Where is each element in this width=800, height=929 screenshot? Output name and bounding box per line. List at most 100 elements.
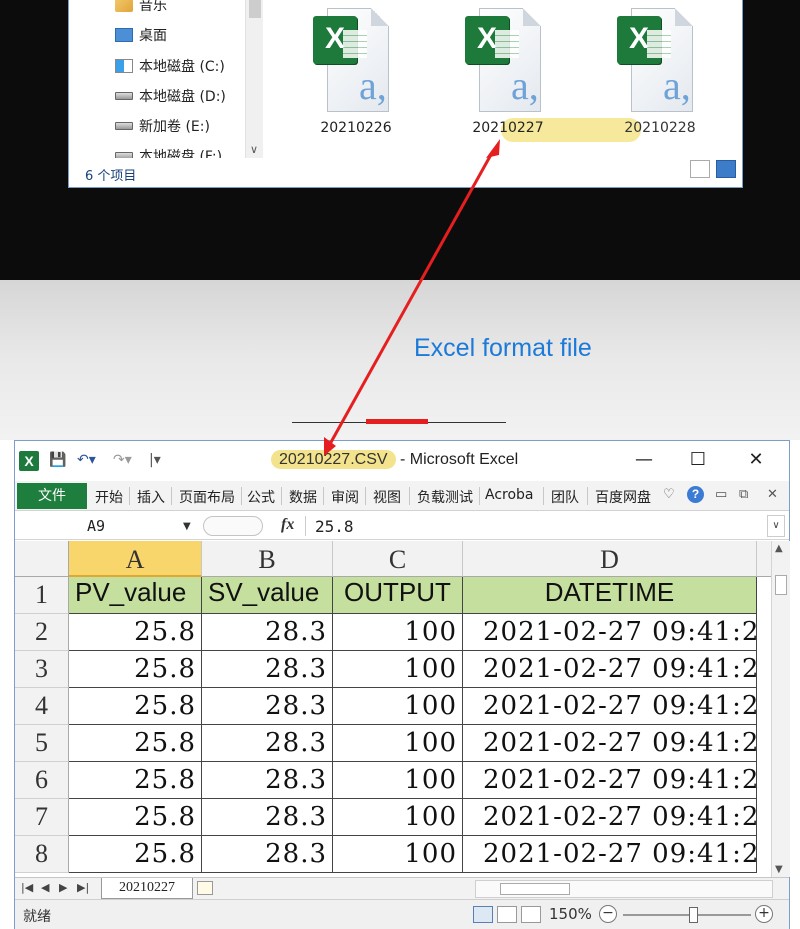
vertical-scrollbar[interactable]: ▲ ▼	[771, 541, 790, 877]
scrollbar-thumb[interactable]	[775, 575, 787, 595]
table-cell[interactable]: 100	[333, 725, 463, 762]
table-cell[interactable]: 28.3	[202, 614, 333, 651]
excel-app-icon[interactable]: X	[19, 451, 39, 471]
collapse-ribbon-icon[interactable]: ♡	[663, 487, 675, 502]
table-cell[interactable]: 28.3	[202, 725, 333, 762]
row-header[interactable]: 3	[15, 651, 69, 688]
close-icon[interactable]: ✕	[733, 447, 779, 475]
tab-data[interactable]: 数据	[289, 487, 317, 507]
table-cell[interactable]: SV_value	[202, 577, 333, 614]
tab-acrobat[interactable]: Acroba	[485, 487, 534, 503]
nav-item-music[interactable]: 音乐	[115, 0, 167, 16]
horizontal-scrollbar[interactable]	[475, 880, 773, 898]
table-cell[interactable]: 25.8	[69, 799, 202, 836]
table-cell[interactable]: 100	[333, 688, 463, 725]
tab-load-test[interactable]: 负载测试	[417, 487, 473, 507]
scroll-down-icon[interactable]: ▼	[775, 864, 783, 875]
tab-baidu-netdisk[interactable]: 百度网盘	[595, 487, 651, 507]
page-break-view-icon[interactable]	[521, 906, 541, 923]
chevron-down-icon[interactable]: ▼	[183, 521, 191, 532]
page-layout-view-icon[interactable]	[497, 906, 517, 923]
table-cell[interactable]: 2021-02-27 09:41:21	[463, 651, 757, 688]
column-header-a[interactable]: A	[69, 541, 202, 577]
table-cell[interactable]: DATETIME	[463, 577, 757, 614]
row-header[interactable]: 4	[15, 688, 69, 725]
tab-formulas[interactable]: 公式	[247, 487, 275, 507]
table-cell[interactable]: 25.8	[69, 651, 202, 688]
row-header[interactable]: 8	[15, 836, 69, 873]
column-header-b[interactable]: B	[202, 541, 333, 577]
file-item-20210228[interactable]: X a, 20210228	[595, 4, 725, 154]
expand-formula-bar-icon[interactable]: ∨	[767, 515, 785, 537]
chevron-down-icon[interactable]: ∨	[250, 143, 258, 156]
customize-qat-icon[interactable]: |▾	[149, 452, 161, 468]
table-cell[interactable]: 25.8	[69, 836, 202, 873]
table-cell[interactable]: 100	[333, 799, 463, 836]
file-item-20210226[interactable]: X a, 20210226	[291, 4, 421, 154]
nav-scrollbar[interactable]: ∨	[245, 0, 263, 158]
table-cell[interactable]: 25.8	[69, 688, 202, 725]
file-item-20210227[interactable]: X a, 20210227	[443, 4, 573, 154]
nav-item-drive-f[interactable]: 本地磁盘 (F:)	[115, 145, 222, 158]
row-header[interactable]: 2	[15, 614, 69, 651]
nav-item-drive-e[interactable]: 新加卷 (E:)	[115, 115, 210, 137]
tab-insert[interactable]: 插入	[137, 487, 165, 507]
table-cell[interactable]: 25.8	[69, 614, 202, 651]
table-cell[interactable]: 100	[333, 762, 463, 799]
table-cell[interactable]: OUTPUT	[333, 577, 463, 614]
row-header[interactable]: 5	[15, 725, 69, 762]
table-cell[interactable]: 2021-02-27 09:41:22	[463, 688, 757, 725]
table-cell[interactable]: 28.3	[202, 762, 333, 799]
first-sheet-icon[interactable]: |◀	[21, 881, 33, 894]
next-sheet-icon[interactable]: ▶	[59, 881, 67, 894]
insert-function-icon[interactable]: fx	[281, 516, 294, 534]
table-cell[interactable]: 2021-02-27 09:41:24	[463, 762, 757, 799]
table-cell[interactable]: 28.3	[202, 799, 333, 836]
workbook-close-icon[interactable]: ✕	[767, 487, 778, 502]
sheet-tab-20210227[interactable]: 20210227	[101, 878, 193, 899]
formula-bar-resizer[interactable]	[203, 516, 263, 536]
minimize-icon[interactable]: —	[621, 447, 667, 475]
formula-input[interactable]: 25.8	[315, 517, 354, 536]
nav-item-drive-d[interactable]: 本地磁盘 (D:)	[115, 85, 226, 107]
spreadsheet-grid[interactable]: A B C D 1 PV_value SV_value OUTPUT DATETIME 2…	[15, 541, 771, 873]
tab-home[interactable]: 开始	[95, 487, 123, 507]
table-cell[interactable]: 28.3	[202, 688, 333, 725]
table-cell[interactable]: 28.3	[202, 836, 333, 873]
name-box[interactable]: A9	[17, 515, 197, 537]
column-header-c[interactable]: C	[333, 541, 463, 577]
workbook-restore-icon[interactable]: ⧉	[739, 487, 748, 502]
row-header[interactable]: 1	[15, 577, 69, 614]
details-view-icon[interactable]	[690, 160, 710, 178]
table-cell[interactable]: 100	[333, 651, 463, 688]
tab-file[interactable]: 文件	[17, 483, 87, 509]
nav-item-desktop[interactable]: 桌面	[115, 24, 167, 46]
undo-icon[interactable]: ↶▾	[77, 452, 96, 468]
tab-page-layout[interactable]: 页面布局	[179, 487, 235, 507]
zoom-out-icon[interactable]: −	[599, 905, 617, 923]
scrollbar-thumb[interactable]	[249, 0, 261, 18]
zoom-slider[interactable]	[623, 907, 751, 923]
table-cell[interactable]: PV_value	[69, 577, 202, 614]
normal-view-icon[interactable]	[473, 906, 493, 923]
save-icon[interactable]: 💾	[49, 452, 66, 468]
large-icons-view-icon[interactable]	[716, 160, 736, 178]
zoom-level[interactable]: 150%	[549, 905, 592, 923]
column-header-d[interactable]: D	[463, 541, 757, 577]
nav-item-drive-c[interactable]: 本地磁盘 (C:)	[115, 55, 225, 77]
table-cell[interactable]: 100	[333, 614, 463, 651]
workbook-minimize-icon[interactable]: ▭	[715, 487, 727, 502]
table-cell[interactable]: 25.8	[69, 762, 202, 799]
table-cell[interactable]: 2021-02-27 09:41:26	[463, 836, 757, 873]
prev-sheet-icon[interactable]: ◀	[41, 881, 49, 894]
zoom-slider-knob[interactable]	[689, 907, 698, 923]
zoom-in-icon[interactable]: +	[755, 905, 773, 923]
insert-sheet-icon[interactable]	[197, 881, 213, 895]
table-cell[interactable]: 25.8	[69, 725, 202, 762]
table-cell[interactable]: 100	[333, 836, 463, 873]
row-header[interactable]: 6	[15, 762, 69, 799]
scrollbar-thumb[interactable]	[500, 883, 570, 895]
select-all-corner[interactable]	[15, 541, 69, 577]
table-cell[interactable]: 2021-02-27 09:41:25	[463, 799, 757, 836]
table-cell[interactable]: 2021-02-27 09:41:20	[463, 614, 757, 651]
